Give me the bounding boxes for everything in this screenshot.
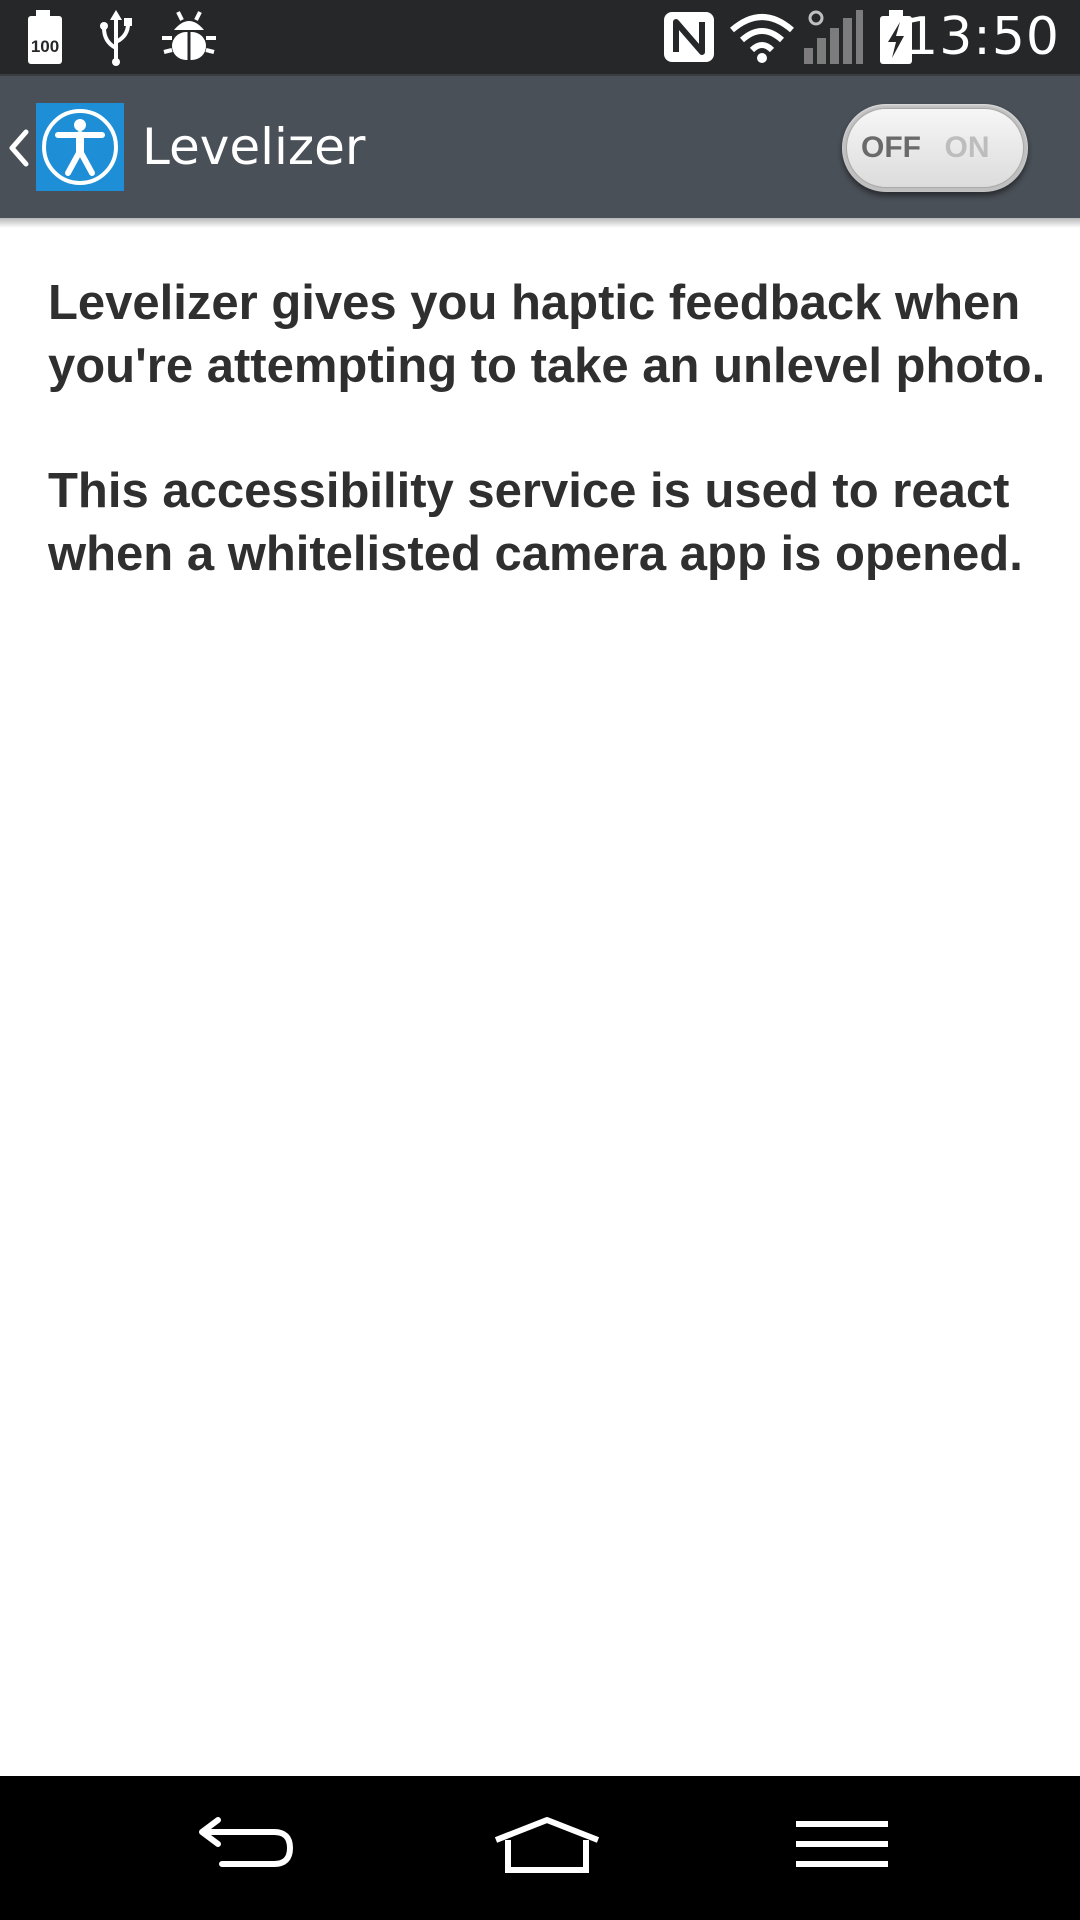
back-icon (199, 1817, 294, 1867)
toggle-on-label: ON (944, 131, 990, 164)
description-paragraph: This accessibility service is used to re… (48, 464, 1023, 581)
nav-back-button[interactable] (118, 1776, 358, 1920)
accessibility-icon[interactable] (36, 103, 124, 191)
page-title: Levelizer (142, 118, 366, 176)
menu-icon (796, 1821, 888, 1867)
nav-menu-button[interactable] (722, 1776, 962, 1920)
navigation-bar (0, 1776, 1080, 1920)
debug-bug-icon (162, 11, 216, 60)
action-bar: Levelizer OFF ON (0, 76, 1080, 218)
toggle-off-label: OFF (861, 131, 921, 164)
svg-text:100: 100 (31, 37, 59, 56)
battery-100-notification-icon: 100 (28, 10, 62, 64)
home-icon (494, 1817, 600, 1873)
status-bar: 100 13:50 (0, 0, 1080, 74)
nfc-icon (664, 12, 714, 62)
chevron-left-icon[interactable] (6, 128, 32, 168)
service-toggle[interactable]: OFF ON (842, 104, 1028, 192)
description-paragraph: Levelizer gives you haptic feedback when… (48, 276, 1046, 393)
service-description: Levelizer gives you haptic feedback when… (48, 272, 1048, 648)
usb-icon (100, 10, 132, 66)
nav-home-button[interactable] (420, 1776, 660, 1920)
signal-icon (804, 10, 863, 64)
action-bar-shadow (0, 218, 1080, 228)
wifi-icon (730, 14, 794, 63)
status-clock: 13:50 (905, 7, 1060, 67)
